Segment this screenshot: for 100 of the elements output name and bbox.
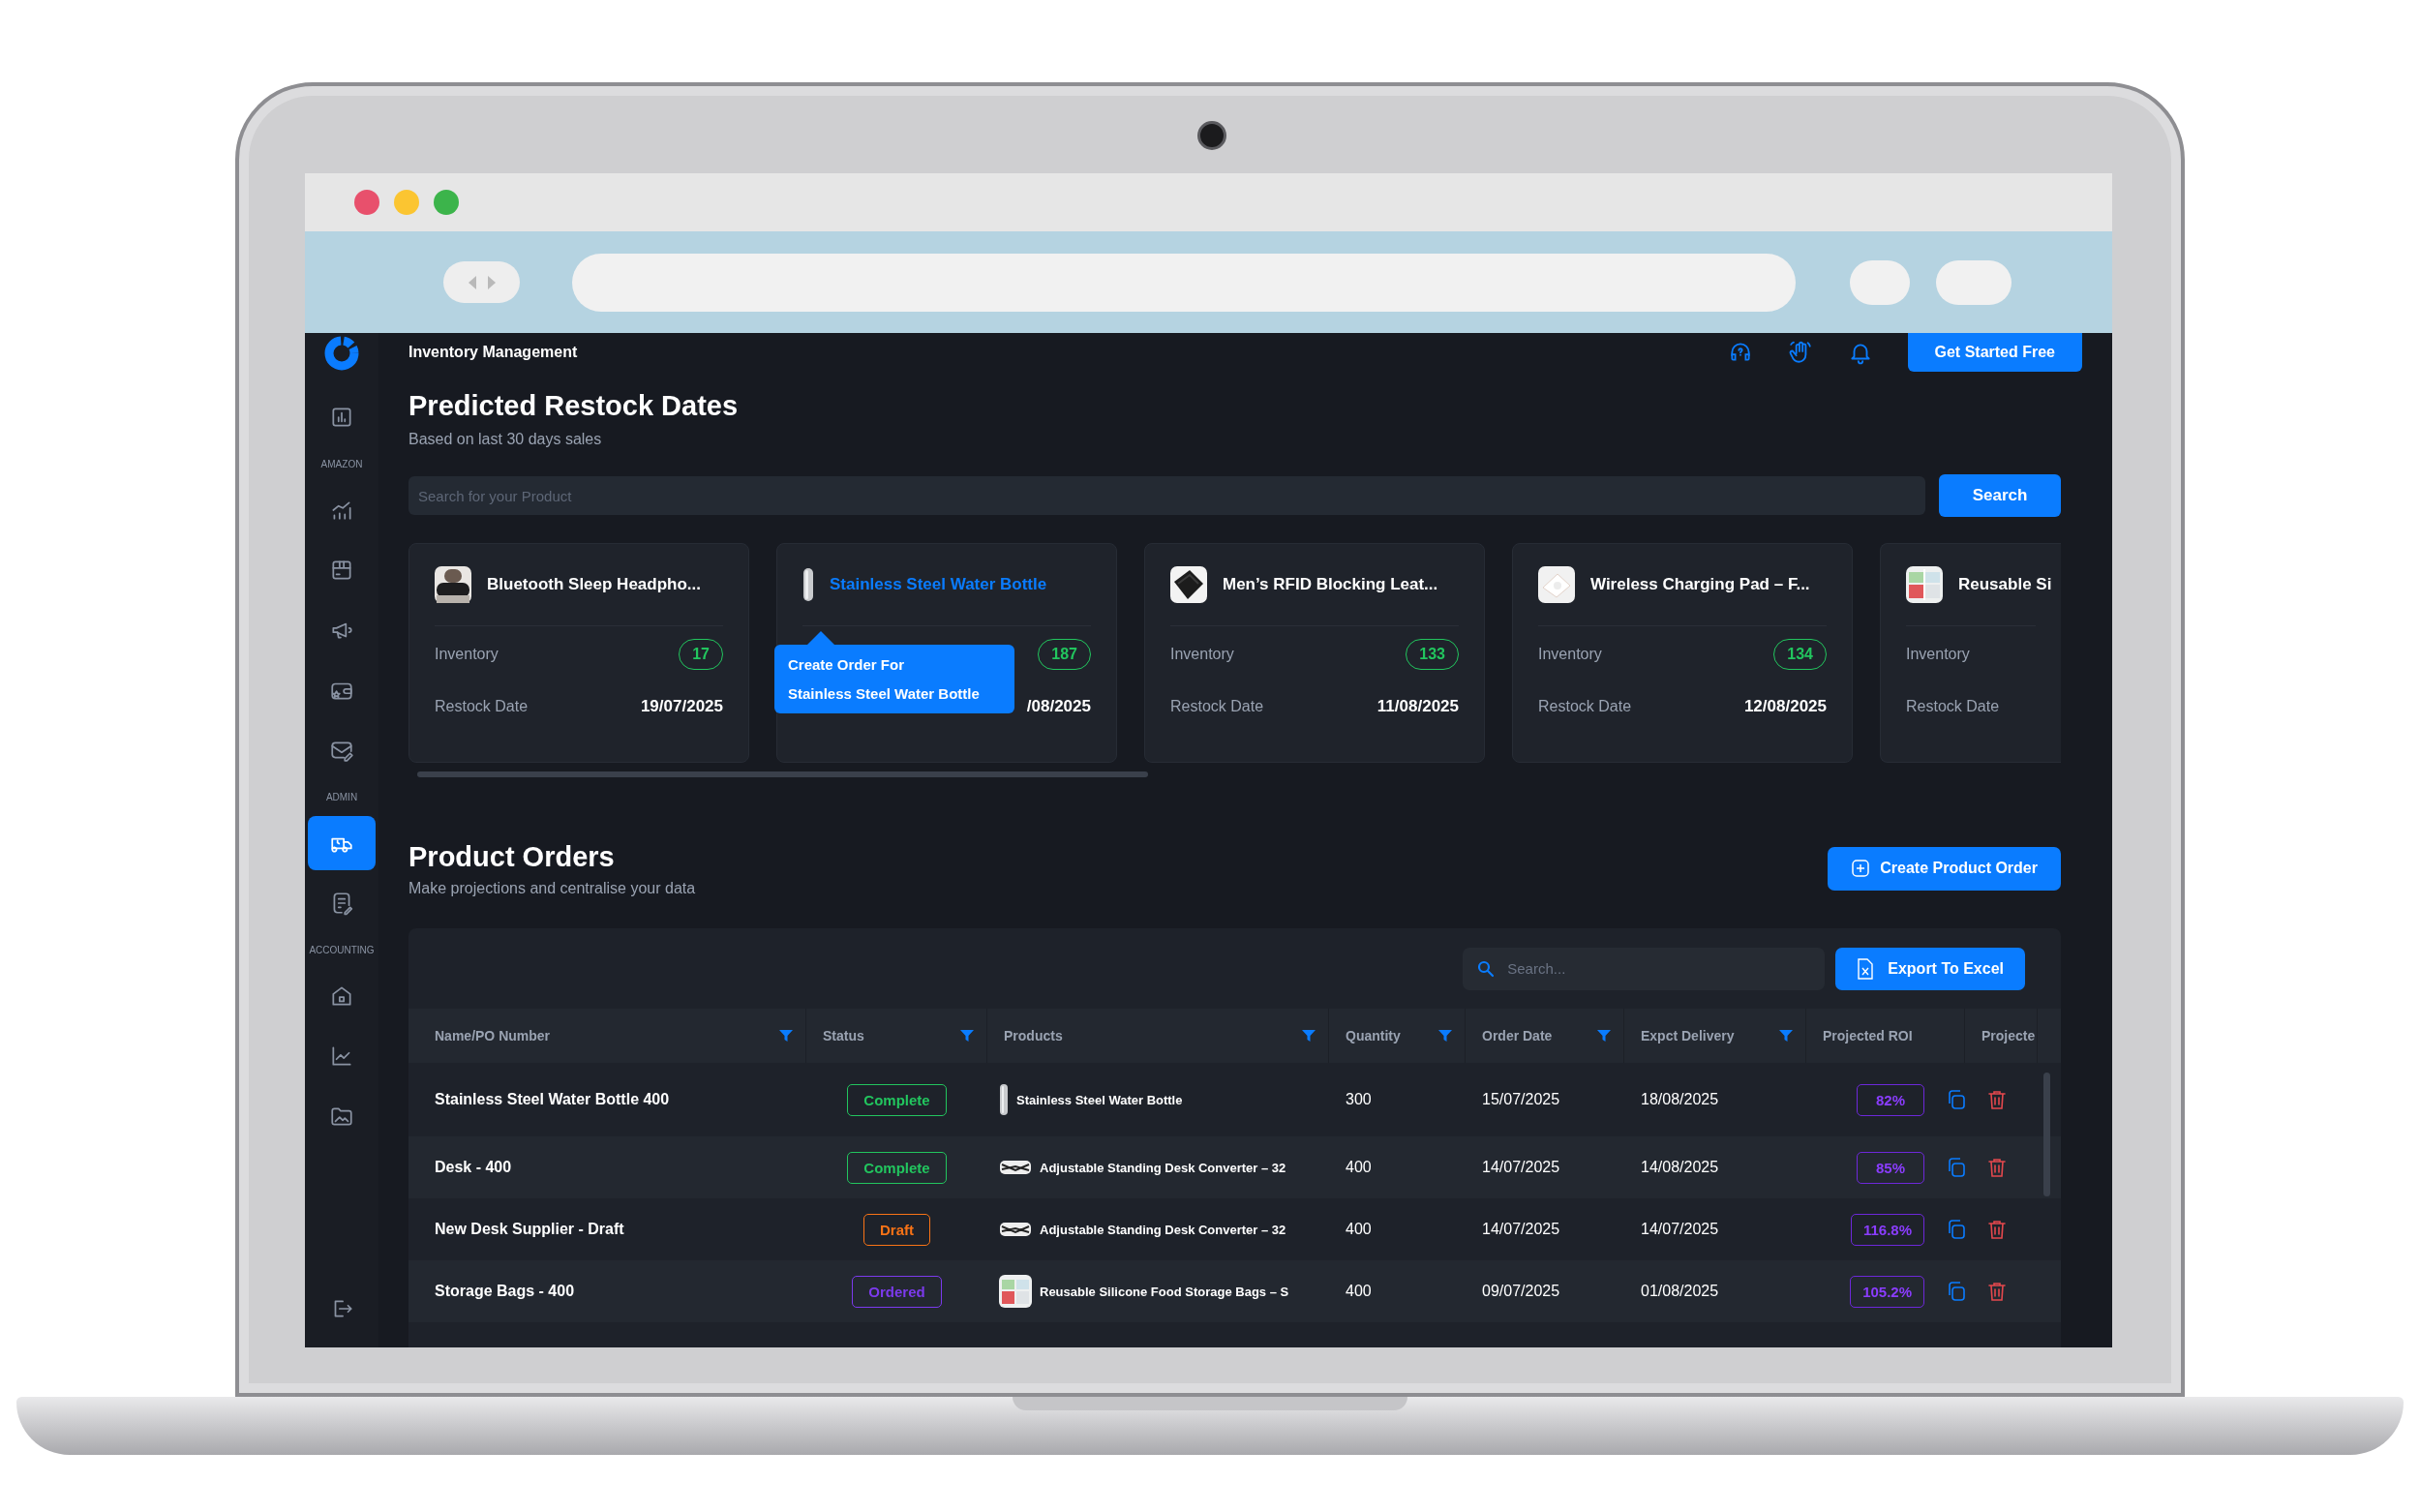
order-date: 09/07/2025 (1482, 1283, 1560, 1300)
filter-icon[interactable] (1778, 1028, 1794, 1043)
product-name: Adjustable Standing Desk Converter – 32 (1040, 1160, 1286, 1175)
quantity: 400 (1346, 1283, 1372, 1300)
product-card[interactable]: Wireless Charging Pad – F... Inventory 134 Restock Date 12/08/2025 (1512, 543, 1853, 763)
search-button[interactable]: Search (1939, 474, 2061, 517)
restock-date: 19/07/2025 (640, 697, 723, 716)
search-field[interactable]: Search... (1463, 947, 1826, 990)
roi-badge: 105.2% (1850, 1275, 1924, 1308)
search-field[interactable]: Search for your Product (408, 476, 1925, 515)
restock-date-label: Restock Date (435, 698, 529, 715)
status-badge: Complete (847, 1151, 947, 1184)
filter-icon[interactable] (959, 1028, 975, 1043)
app-title: Inventory Management (408, 344, 578, 361)
restock-date-label: Restock Date (1538, 698, 1632, 715)
close-window-button[interactable] (354, 190, 379, 215)
sidebar-section-label: AMAZON (320, 458, 363, 469)
box-icon (329, 558, 354, 583)
column-header[interactable]: Quantity (1346, 1028, 1401, 1043)
product-name[interactable]: Men’s RFID Blocking Leat... (1223, 575, 1438, 594)
scrollbar[interactable] (2043, 1073, 2050, 1196)
column-header[interactable]: Projecte (1981, 1028, 2036, 1043)
create-order-button[interactable]: Create Product Order (1828, 846, 2061, 891)
waving-hand-icon[interactable] (1787, 340, 1813, 365)
quantity: 400 (1346, 1159, 1372, 1176)
section-title: Predicted Restock Dates (408, 389, 740, 423)
sidebar-section-label: ADMIN (325, 791, 358, 802)
spreadsheet-file-icon (1857, 957, 1875, 980)
restock-date: 12/08/2025 (1743, 697, 1827, 716)
section-title: Product Orders (408, 840, 616, 874)
copy-icon[interactable] (1946, 1219, 1967, 1240)
roi-badge: 82% (1857, 1083, 1924, 1116)
roi-badge: 85% (1857, 1151, 1924, 1184)
order-date: 15/07/2025 (1482, 1091, 1560, 1108)
column-header[interactable]: Name/PO Number (435, 1028, 551, 1043)
order-name: Storage Bags - 400 (435, 1283, 575, 1300)
trash-icon[interactable] (1986, 1157, 2008, 1178)
order-date: 14/07/2025 (1482, 1221, 1560, 1238)
status-badge: Draft (863, 1213, 930, 1246)
restock-date-label: Restock Date (1170, 698, 1264, 715)
product-card[interactable]: Bluetooth Sleep Headpho... Inventory 17 Restock Date 19/07/2025 (408, 543, 749, 763)
inventory-label: Inventory (1538, 646, 1602, 663)
product-name[interactable]: Wireless Charging Pad – F... (1590, 575, 1810, 594)
export-button[interactable]: Export To Excel (1835, 947, 2025, 990)
column-header[interactable]: Projected ROI (1823, 1028, 1913, 1043)
restock-date-label: Restock Date (1906, 698, 2000, 715)
order-date: 14/07/2025 (1482, 1159, 1560, 1176)
delivery-date: 14/08/2025 (1641, 1159, 1719, 1176)
sidebar-item[interactable] (308, 816, 376, 870)
restock-date: /08/2025 (1026, 697, 1091, 716)
copy-icon[interactable] (1946, 1281, 1967, 1302)
product-name: Stainless Steel Water Bottle (1016, 1092, 1183, 1107)
delivery-date: 18/08/2025 (1641, 1091, 1719, 1108)
section-subtitle: Based on last 30 days sales (408, 431, 603, 448)
trash-icon[interactable] (1986, 1281, 2008, 1302)
get-started-button[interactable]: Get Started Free (1907, 333, 2082, 372)
restock-date: 11/08/2025 (1376, 697, 1459, 716)
product-name: Reusable Silicone Food Storage Bags – S (1040, 1284, 1289, 1299)
section-subtitle: Make projections and centralise your data (408, 880, 696, 897)
logo-icon (323, 335, 360, 372)
product-card[interactable]: Stainless Steel Water Bottle 187 /08/2025 Create Order For Stainless Steel Water Bottle (776, 543, 1117, 763)
quantity: 300 (1346, 1091, 1372, 1108)
column-header[interactable]: Products (1004, 1028, 1063, 1043)
order-name: Stainless Steel Water Bottle 400 (435, 1091, 670, 1108)
delivery-date: 01/08/2025 (1641, 1283, 1719, 1300)
roi-badge: 116.8% (1850, 1213, 1924, 1246)
delivery-date: 14/07/2025 (1641, 1221, 1719, 1238)
filter-icon[interactable] (1596, 1028, 1612, 1043)
product-name[interactable]: Reusable Si (1958, 575, 2052, 594)
column-header[interactable]: Expct Delivery (1641, 1028, 1735, 1043)
search-icon (1476, 958, 1497, 979)
product-card[interactable]: Men’s RFID Blocking Leat... Inventory 133 Restock Date 11/08/2025 (1144, 543, 1485, 763)
product-card[interactable]: Reusable Si Inventory Restock Date (1880, 543, 2061, 763)
order-name: Desk - 400 (435, 1159, 512, 1176)
status-badge: Ordered (852, 1275, 942, 1308)
product-name[interactable]: Bluetooth Sleep Headpho... (487, 575, 701, 594)
filter-icon[interactable] (1301, 1028, 1316, 1043)
copy-icon[interactable] (1946, 1089, 1967, 1110)
column-header[interactable]: Status (823, 1028, 864, 1043)
product-name[interactable]: Stainless Steel Water Bottle (830, 575, 1047, 594)
trash-icon[interactable] (1986, 1089, 2008, 1110)
inventory-label: Inventory (1170, 646, 1234, 663)
sidebar-section-label: ACCOUNTING (309, 944, 375, 955)
camera-icon (1197, 121, 1226, 150)
copy-icon[interactable] (1946, 1157, 1967, 1178)
plus-icon (1851, 859, 1871, 878)
column-header[interactable]: Order Date (1482, 1028, 1553, 1043)
tooltip-text: Create Order For (788, 656, 906, 673)
inventory-label: Inventory (1906, 646, 1970, 663)
maximize-window-button[interactable] (434, 190, 459, 215)
order-name: New Desk Supplier - Draft (435, 1221, 624, 1238)
scrollbar[interactable] (417, 771, 1148, 777)
trash-icon[interactable] (1986, 1219, 2008, 1240)
status-badge: Complete (847, 1083, 947, 1116)
quantity: 400 (1346, 1221, 1372, 1238)
inventory-label: Inventory (435, 646, 499, 663)
tooltip-text: Stainless Steel Water Bottle (788, 685, 981, 702)
filter-icon[interactable] (778, 1028, 794, 1043)
product-name: Adjustable Standing Desk Converter – 32 (1040, 1222, 1286, 1237)
filter-icon[interactable] (1437, 1028, 1453, 1043)
